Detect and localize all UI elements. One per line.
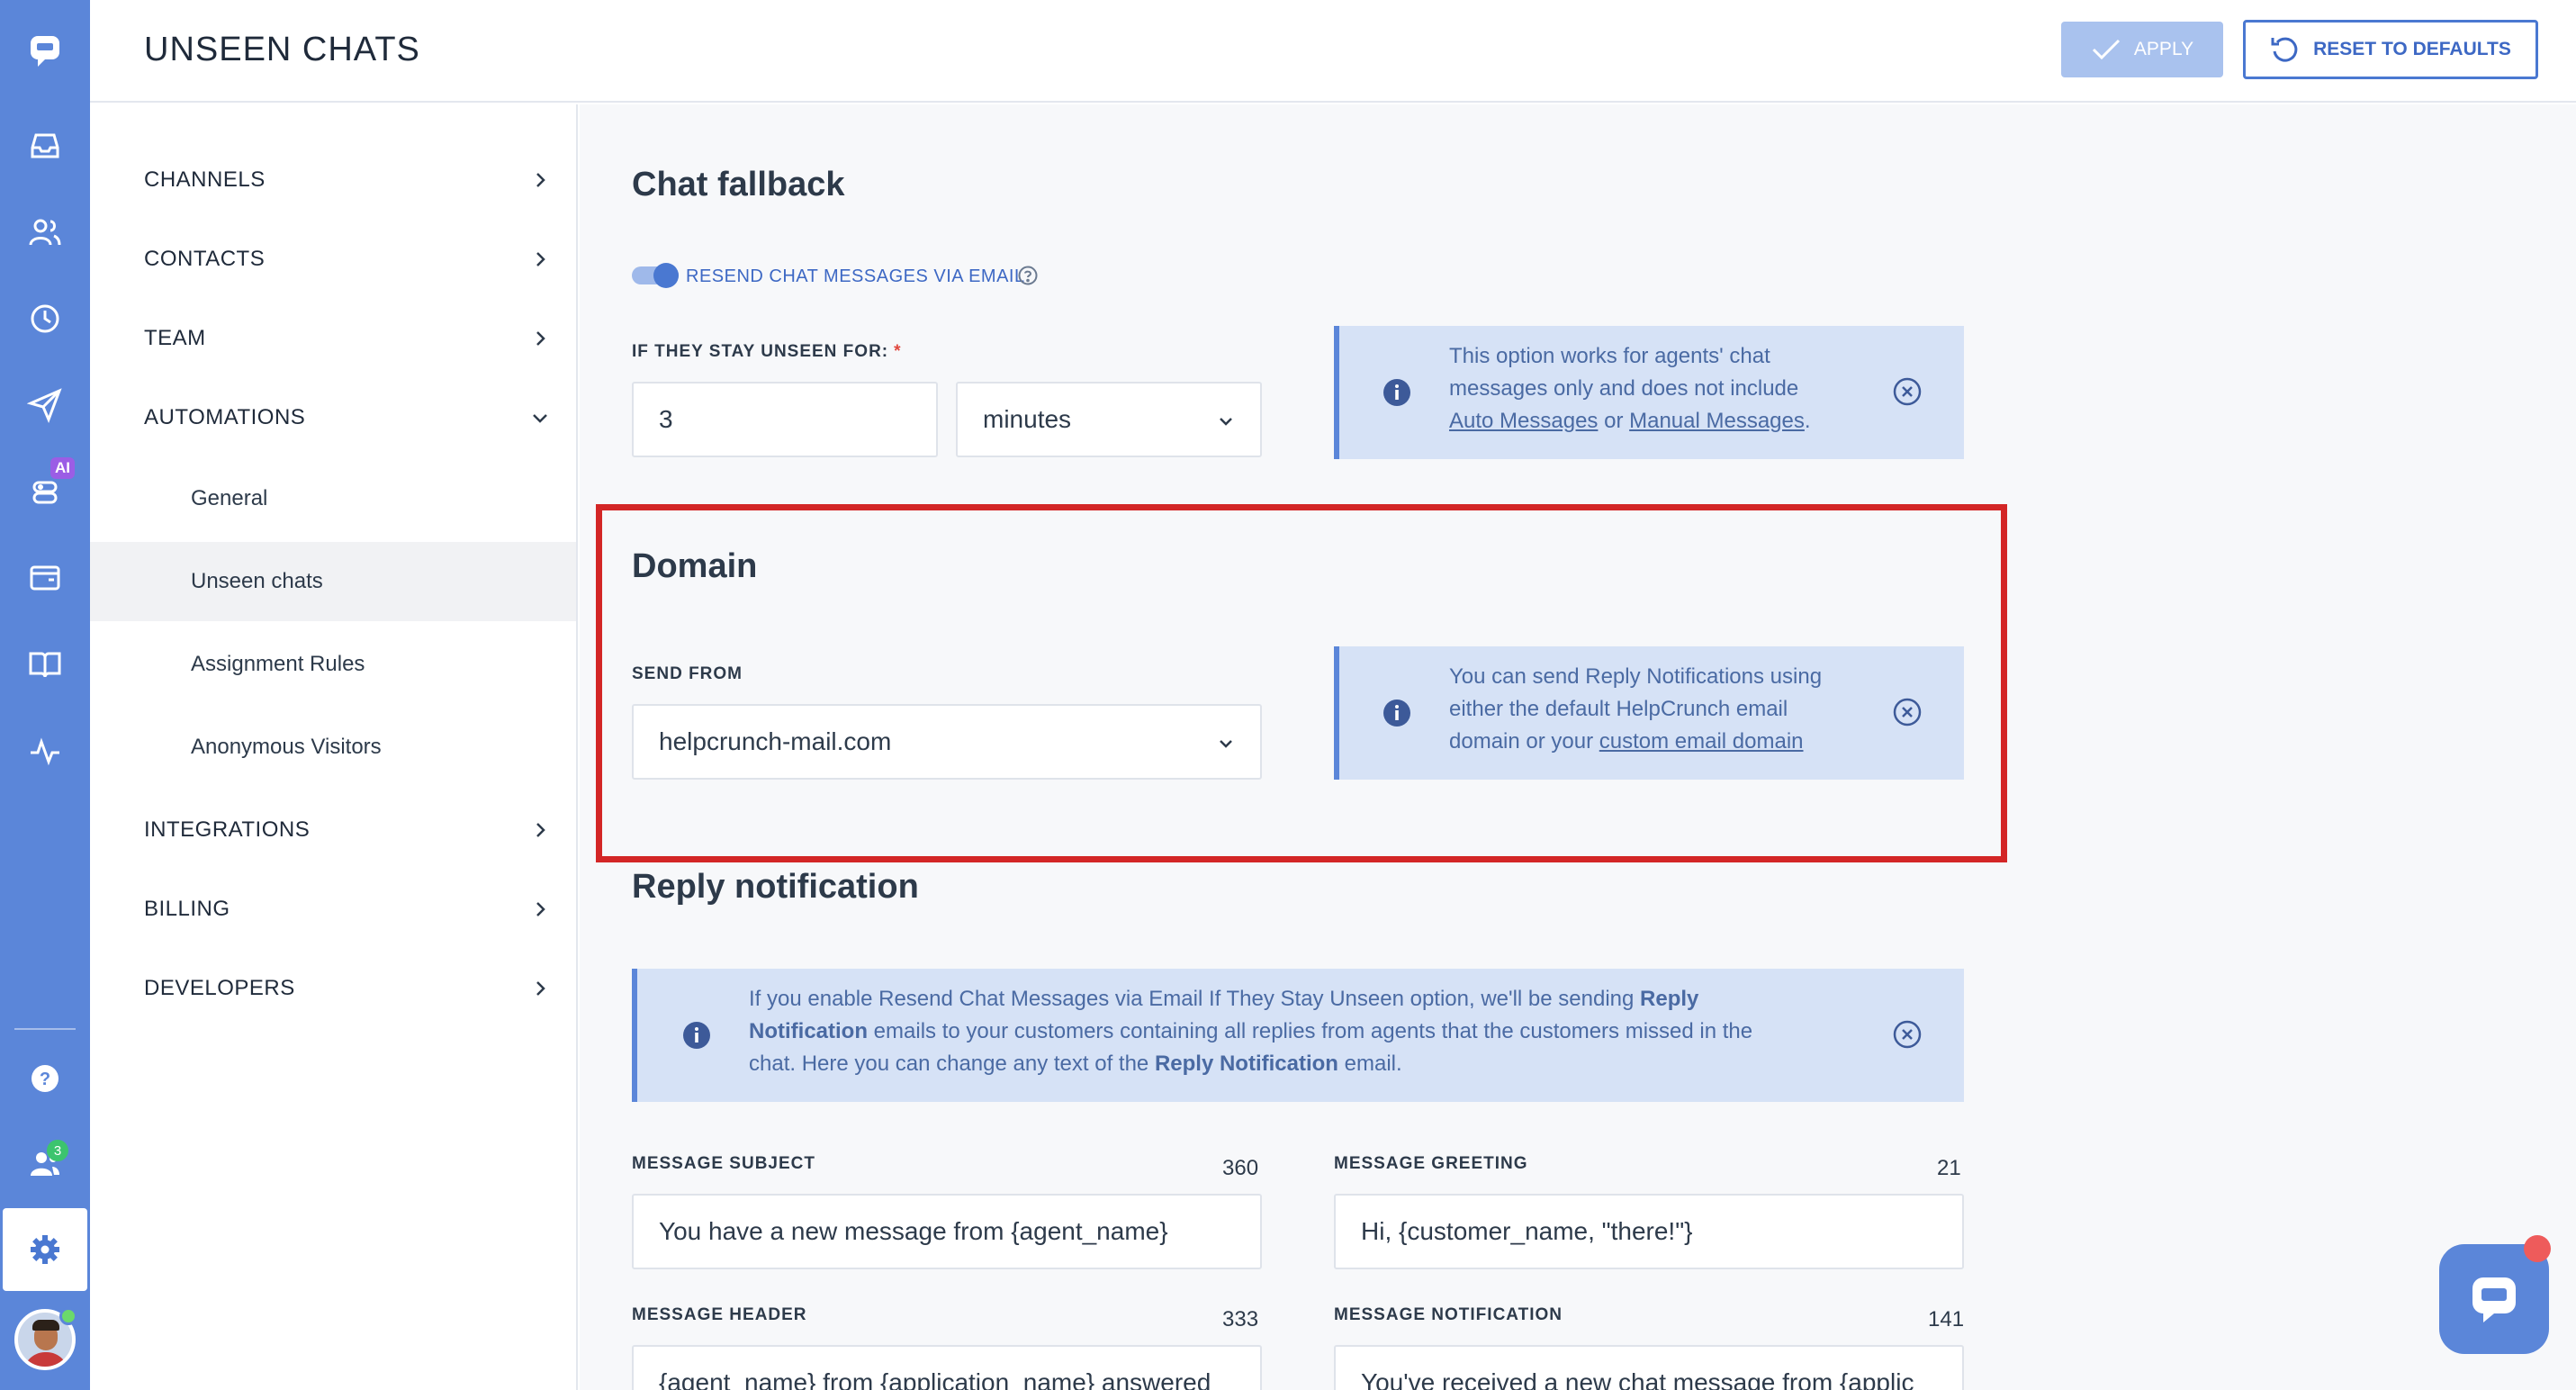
team-count-badge: 3 [47,1140,68,1161]
app-rail: AI ? 3 [0,0,90,1390]
section-heading-chat-fallback: Chat fallback [632,166,845,203]
book-icon[interactable] [0,628,90,700]
unit-value: minutes [983,405,1072,433]
unseen-unit-select[interactable]: minutes [956,382,1262,457]
sidebar-item-label: CONTACTS [144,247,266,271]
check-icon [2092,39,2120,60]
manual-messages-link[interactable]: Manual Messages [1629,409,1805,433]
toggle-label: RESEND CHAT MESSAGES VIA EMAIL [686,266,1025,286]
unseen-for-label: IF THEY STAY UNSEEN FOR: * [632,342,902,361]
message-greeting-input[interactable]: Hi, {customer_name, "there!"} [1334,1194,1964,1269]
chevron-right-icon [536,252,545,266]
sidebar-subitem-unseen-chats[interactable]: Unseen chats [90,542,576,621]
settings-icon[interactable] [3,1208,87,1291]
sidebar-item-label: INTEGRATIONS [144,817,311,842]
sidebar-item-label: DEVELOPERS [144,976,295,1000]
message-notification-label: MESSAGE NOTIFICATION [1334,1305,1563,1324]
chevron-right-icon [536,902,545,916]
chevron-down-icon [1220,418,1232,426]
sidebar-item-automations[interactable]: AUTOMATIONS [90,382,576,454]
page-header: UNSEEN CHATS APPLY RESET TO DEFAULTS [90,0,2576,103]
sidebar-subitem-label: Unseen chats [191,569,323,593]
svg-text:?: ? [40,1070,50,1089]
notification-char-counter: 141 [1928,1307,1965,1331]
sidebar-subitem-label: Anonymous Visitors [191,735,382,759]
chevron-right-icon [536,823,545,837]
subject-char-counter: 360 [1222,1156,1259,1180]
header-char-counter: 333 [1222,1307,1259,1331]
resend-via-email-toggle[interactable] [632,263,679,288]
info-text: This option works for agents' chat messa… [1449,344,1811,433]
chevron-down-icon [533,414,547,423]
send-icon[interactable] [0,369,90,441]
sidebar-item-contacts[interactable]: CONTACTS [90,223,576,295]
apply-button[interactable]: APPLY [2061,22,2223,77]
settings-sidebar: CHANNELS CONTACTS TEAM AUTOMATIONS Gener… [90,104,578,1390]
message-subject-input[interactable]: You have a new message from {agent_name} [632,1194,1262,1269]
rail-divider [14,1028,76,1030]
info-icon [683,1022,710,1049]
message-greeting-label: MESSAGE GREETING [1334,1154,1528,1173]
chat-bubble-icon [2472,1277,2516,1322]
reset-label: RESET TO DEFAULTS [2313,39,2511,59]
help-circle-icon[interactable] [1017,265,1039,286]
sidebar-item-label: CHANNELS [144,167,266,192]
sidebar-subitem-label: General [191,486,268,510]
sidebar-item-label: AUTOMATIONS [144,405,306,429]
reset-icon [2271,37,2298,62]
history-icon[interactable] [0,283,90,355]
chat-fallback-info-box: This option works for agents' chat messa… [1334,326,1964,459]
auto-messages-link[interactable]: Auto Messages [1449,409,1598,433]
notification-dot [2524,1235,2551,1262]
contacts-icon[interactable] [0,196,90,268]
message-header-label: MESSAGE HEADER [632,1305,807,1324]
message-header-input[interactable]: {agent_name} from {application_name} ans… [632,1345,1262,1390]
unseen-duration-input[interactable]: 3 [632,382,938,457]
sidebar-subitem-label: Assignment Rules [191,652,365,676]
page-title: UNSEEN CHATS [144,31,420,68]
ai-badge: AI [50,457,75,479]
close-icon[interactable] [1892,376,1923,407]
ai-bot-icon[interactable] [0,456,90,528]
help-icon[interactable]: ? [0,1042,90,1115]
sidebar-item-label: TEAM [144,326,206,350]
message-notification-input[interactable]: You've received a new chat message from … [1334,1345,1964,1390]
online-status-dot [59,1307,77,1325]
sidebar-subitem-anonymous-visitors[interactable]: Anonymous Visitors [90,708,576,787]
team-icon[interactable] [0,1127,90,1199]
knowledge-card-icon[interactable] [0,542,90,614]
chevron-right-icon [536,981,545,996]
activity-icon[interactable] [0,715,90,787]
sidebar-item-integrations[interactable]: INTEGRATIONS [90,794,576,866]
chat-logo-icon[interactable] [0,14,90,86]
info-text: If you enable Resend Chat Messages via E… [749,987,1753,1076]
message-subject-label: MESSAGE SUBJECT [632,1154,815,1173]
sidebar-item-team[interactable]: TEAM [90,302,576,375]
highlight-box [596,504,2007,862]
chevron-right-icon [536,331,545,346]
greeting-char-counter: 21 [1937,1156,1961,1180]
close-icon[interactable] [1892,1019,1923,1050]
sidebar-item-label: BILLING [144,897,230,921]
sidebar-item-billing[interactable]: BILLING [90,873,576,945]
sidebar-subitem-general[interactable]: General [90,459,576,538]
info-icon [1383,379,1410,406]
sidebar-item-developers[interactable]: DEVELOPERS [90,952,576,1024]
reply-notification-info-box: If you enable Resend Chat Messages via E… [632,969,1964,1102]
reset-to-defaults-button[interactable]: RESET TO DEFAULTS [2243,20,2538,79]
apply-label: APPLY [2133,39,2194,59]
section-heading-reply-notification: Reply notification [632,868,919,906]
sidebar-item-channels[interactable]: CHANNELS [90,144,576,216]
chevron-right-icon [536,173,545,187]
sidebar-subitem-assignment-rules[interactable]: Assignment Rules [90,625,576,704]
inbox-icon[interactable] [0,110,90,182]
